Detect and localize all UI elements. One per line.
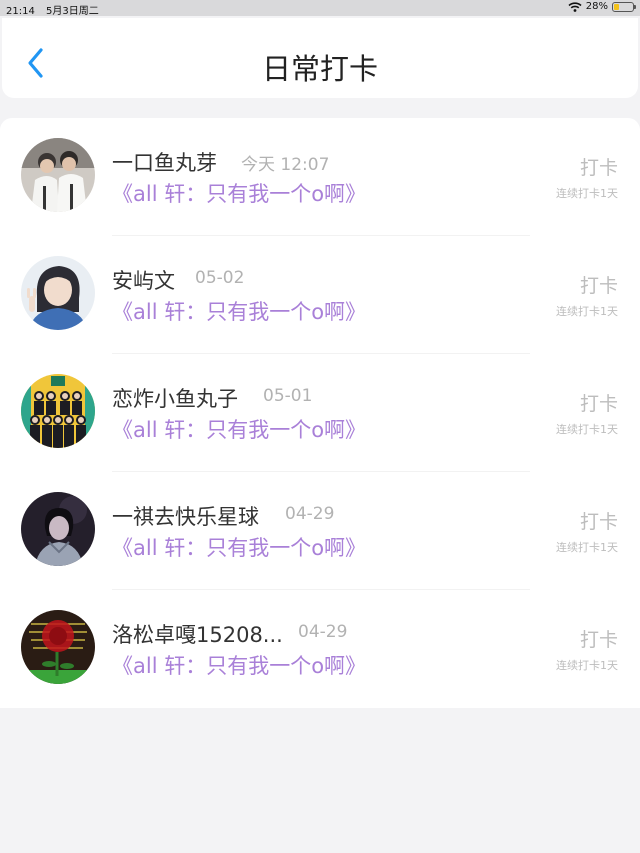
checkin-date: 05-01 [263,386,313,406]
checkin-button[interactable]: 打卡 [580,271,618,298]
wifi-icon [568,1,582,12]
avatar[interactable] [21,256,95,330]
list-item[interactable]: 安屿文 05-02 《all 轩：只有我一个o啊》 打卡 连续打卡1天 [0,236,640,354]
avatar-dark-portrait-image [21,492,95,566]
avatar-group-image [21,374,95,448]
battery-percent: 28% [585,1,608,12]
checkin-date: 今天 12:07 [241,155,330,175]
list-item[interactable]: 恋炸小鱼丸子 05-01 《all 轩：只有我一个o啊》 打卡 连续打卡1天 [0,354,640,472]
streak-label: 连续打卡1天 [556,541,618,554]
user-name: 一口鱼丸芽 [112,151,217,175]
user-name: 恋炸小鱼丸子 [112,387,238,411]
avatar[interactable] [21,138,95,212]
avatar[interactable] [21,610,95,684]
list-item[interactable]: 洛松卓嘎15208... 04-29 《all 轩：只有我一个o啊》 打卡 连续… [0,590,640,708]
book-title[interactable]: 《all 轩：只有我一个o啊》 [112,296,366,326]
checkin-date: 04-29 [298,622,348,642]
avatar-girl-peace-image [21,256,95,330]
avatar-two-boys-image [21,138,95,212]
streak-label: 连续打卡1天 [556,659,618,672]
book-title[interactable]: 《all 轩：只有我一个o啊》 [112,532,366,562]
status-left: 21:14 5月3日周二 [6,2,107,17]
book-title[interactable]: 《all 轩：只有我一个o啊》 [112,178,366,208]
battery-icon [612,1,636,12]
avatar-red-rose-image [21,610,95,684]
list-item[interactable]: 一口鱼丸芽 今天 12:07 《all 轩：只有我一个o啊》 打卡 连续打卡1天 [0,118,640,236]
checkin-button[interactable]: 打卡 [580,625,618,652]
battery-level [614,3,619,10]
checkin-date: 04-29 [285,504,335,524]
avatar[interactable] [21,492,95,566]
status-right: 28% [568,1,636,12]
checkin-date: 05-02 [195,268,245,288]
user-name: 安屿文 [112,269,175,293]
page-title: 日常打卡 [261,52,378,86]
checkin-button[interactable]: 打卡 [580,389,618,416]
book-title[interactable]: 《all 轩：只有我一个o啊》 [112,414,366,444]
avatar[interactable] [21,374,95,448]
streak-label: 连续打卡1天 [556,423,618,436]
streak-label: 连续打卡1天 [556,305,618,318]
status-bar: 21:14 5月3日周二 28% [0,0,640,17]
status-date: 5月3日周二 [46,6,99,17]
user-name: 一祺去快乐星球 [112,505,259,529]
nav-header: 日常打卡 [2,18,638,98]
streak-label: 连续打卡1天 [556,187,618,200]
checkin-list: 一口鱼丸芽 今天 12:07 《all 轩：只有我一个o啊》 打卡 连续打卡1天… [0,118,640,708]
checkin-button[interactable]: 打卡 [580,153,618,180]
user-name: 洛松卓嘎15208... [112,623,283,647]
checkin-button[interactable]: 打卡 [580,507,618,534]
list-item[interactable]: 一祺去快乐星球 04-29 《all 轩：只有我一个o啊》 打卡 连续打卡1天 [0,472,640,590]
status-time: 21:14 [6,6,35,17]
book-title[interactable]: 《all 轩：只有我一个o啊》 [112,650,366,680]
